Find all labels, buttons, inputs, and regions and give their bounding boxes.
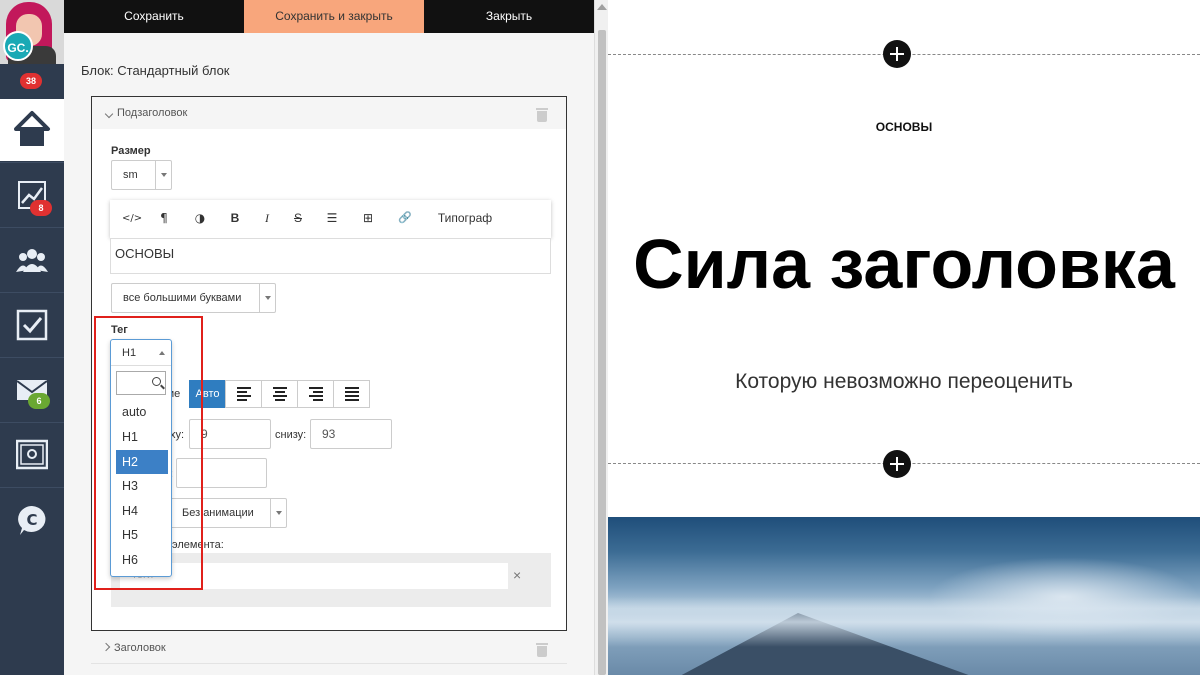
svg-text:C: C	[26, 511, 37, 529]
notifications-row[interactable]: 38	[0, 64, 64, 98]
save-button[interactable]: Сохранить	[64, 0, 244, 33]
nav-chat[interactable]: C	[0, 487, 64, 551]
strikethrough-icon[interactable]: S	[293, 211, 303, 225]
italic-icon[interactable]: I	[263, 211, 271, 226]
align-left-button[interactable]	[225, 380, 262, 408]
text-toolbar: </> ¶ ◑ B I S ☰ ⊞ 🔗 Типограф	[110, 200, 551, 238]
align-justify-button[interactable]	[333, 380, 370, 408]
avatar[interactable]: GC.	[0, 0, 64, 64]
save-and-close-button[interactable]: Сохранить и закрыть	[244, 0, 424, 33]
block-title: Блок: Стандартный блок	[81, 63, 230, 78]
bold-icon[interactable]: B	[230, 211, 240, 225]
size-value: sm	[123, 169, 138, 181]
text-editor-value: ОСНОВЫ	[115, 246, 175, 261]
home-icon	[14, 111, 50, 146]
section-title: Подзаголовок	[117, 107, 188, 119]
mail-badge: 6	[28, 393, 50, 409]
next-section-header	[91, 665, 567, 675]
code-icon[interactable]: </>	[122, 213, 142, 224]
text-transform-value: все большими буквами	[123, 292, 242, 304]
scroll-thumb[interactable]	[598, 30, 606, 675]
nav-mail[interactable]: 6	[0, 357, 64, 421]
alignment-buttons: Авто	[189, 380, 379, 408]
clear-tags-icon[interactable]: ×	[513, 567, 521, 583]
editor-topbar: Сохранить Сохранить и закрыть Закрыть	[64, 0, 594, 33]
nav-stats[interactable]: 8	[0, 162, 64, 226]
size-label: Размер	[111, 145, 151, 157]
chevron-right-icon	[101, 642, 111, 652]
add-block-icon[interactable]	[883, 40, 911, 68]
preview-headline: Сила заголовка	[633, 225, 1175, 303]
users-icon	[16, 249, 48, 272]
trash-icon[interactable]	[536, 108, 548, 122]
chevron-down-icon	[155, 161, 171, 189]
add-block-icon[interactable]	[883, 450, 911, 478]
highlight-annotation	[94, 316, 203, 590]
tasks-icon	[16, 309, 48, 341]
scroll-up-icon[interactable]	[597, 4, 607, 10]
trash-icon[interactable]	[536, 643, 548, 657]
link-icon[interactable]: 🔗	[398, 211, 412, 224]
margin-bottom-value: 93	[322, 427, 336, 441]
close-button[interactable]: Закрыть	[424, 0, 594, 33]
subtitle-section-header[interactable]: Подзаголовок	[92, 97, 566, 129]
size-select[interactable]: sm	[111, 160, 172, 190]
typograph-button[interactable]: Типограф	[437, 211, 493, 225]
avatar-initials: GC.	[3, 31, 33, 61]
margin-bottom-label: снизу:	[275, 429, 307, 441]
chevron-down-icon	[259, 284, 275, 312]
heading-section-header[interactable]: Заголовок	[91, 632, 567, 664]
nav-home[interactable]	[0, 99, 64, 161]
align-right-button[interactable]	[297, 380, 334, 408]
page-preview: ОСНОВЫ Сила заголовка Которую невозможно…	[608, 0, 1200, 675]
chevron-down-icon	[104, 109, 114, 119]
nav-safe[interactable]	[0, 422, 64, 486]
preview-subline: Которую невозможно переоценить	[735, 370, 1073, 393]
align-center-button[interactable]	[261, 380, 298, 408]
chevron-down-icon	[270, 499, 286, 527]
stats-badge: 8	[30, 200, 52, 216]
section-title: Заголовок	[114, 642, 166, 654]
nav-users[interactable]	[0, 227, 64, 291]
left-nav: GC. 38 8 6 C	[0, 0, 64, 675]
margin-bottom-input[interactable]: 93	[310, 419, 392, 449]
contrast-icon[interactable]: ◑	[193, 211, 207, 225]
notifications-badge: 38	[20, 73, 42, 89]
preview-kicker: ОСНОВЫ	[875, 120, 933, 134]
panel-scrollbar[interactable]	[594, 0, 608, 675]
text-transform-select[interactable]: все большими буквами	[111, 283, 276, 313]
nav-tasks[interactable]	[0, 292, 64, 356]
paragraph-icon[interactable]: ¶	[158, 211, 170, 225]
chat-icon: C	[18, 506, 46, 535]
mountain-photo	[608, 517, 1200, 675]
list-icon[interactable]: ☰	[325, 211, 339, 225]
table-icon[interactable]: ⊞	[361, 211, 375, 225]
text-editor[interactable]: ОСНОВЫ	[110, 238, 551, 274]
safe-icon	[16, 439, 48, 470]
